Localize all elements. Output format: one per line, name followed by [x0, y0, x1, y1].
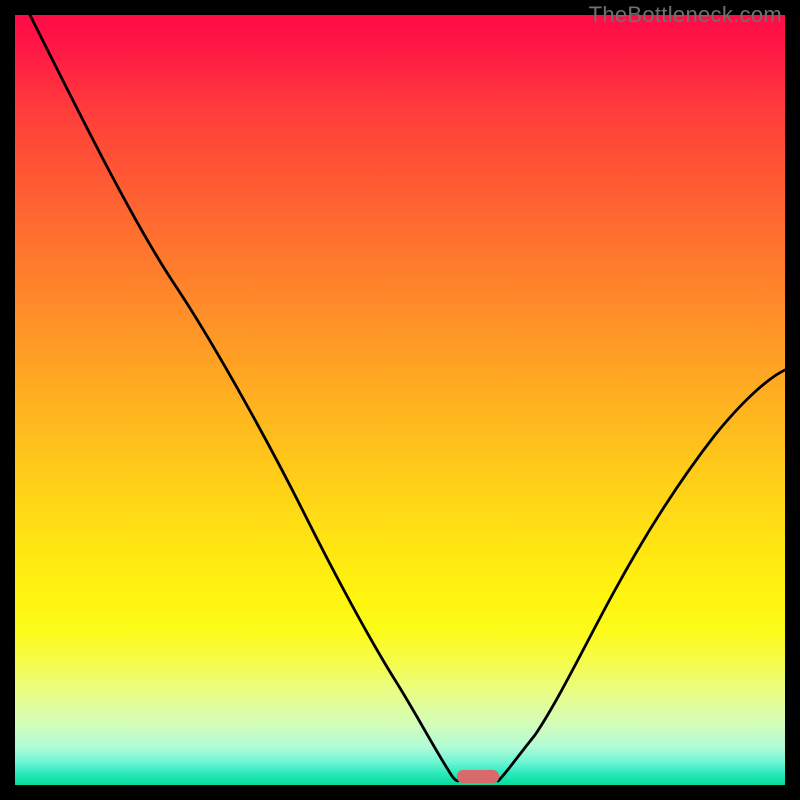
- optimal-marker: [457, 770, 499, 783]
- chart-background-gradient: [15, 15, 785, 785]
- watermark-text: TheBottleneck.com: [589, 2, 782, 28]
- chart-frame: [15, 15, 785, 785]
